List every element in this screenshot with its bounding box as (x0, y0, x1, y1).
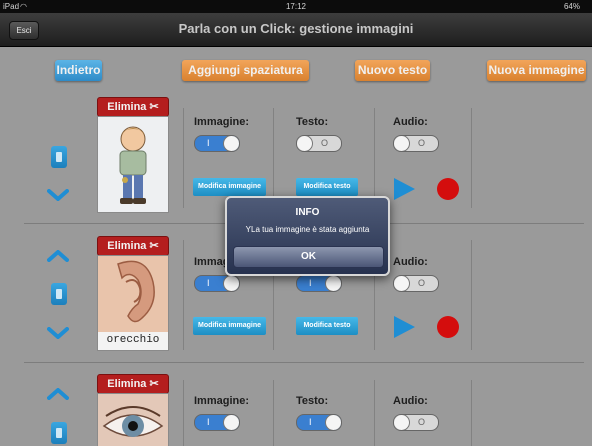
play-icon[interactable] (394, 316, 415, 338)
audio-label: Audio: (393, 256, 428, 268)
thumbnail-boy[interactable] (97, 116, 169, 213)
column-divider (183, 108, 184, 208)
column-divider (471, 380, 472, 446)
audio-toggle[interactable]: O (393, 135, 439, 152)
image-caption: orecchio (106, 334, 160, 346)
image-row: Elimina ✂ Immagine: I Testo: I Audio: O (0, 366, 592, 446)
edit-text-button[interactable]: Modifica testo (296, 317, 358, 335)
audio-toggle[interactable]: O (393, 275, 439, 292)
image-label: Immagine: (194, 116, 250, 128)
column-divider (183, 240, 184, 350)
clock: 17:12 (285, 2, 307, 11)
status-bar: iPad ◠ 17:12 64% (0, 0, 592, 13)
column-divider (374, 380, 375, 446)
toggle-knob (325, 276, 341, 291)
record-button[interactable] (437, 178, 459, 200)
new-text-button[interactable]: Nuovo testo (355, 60, 430, 81)
toggle-off-mark: O (418, 278, 426, 288)
info-alert-dialog: INFO YLa tua immagine è stata aggiunta O… (225, 196, 390, 276)
image-toggle[interactable]: I (194, 414, 240, 431)
play-icon[interactable] (394, 178, 415, 200)
audio-label: Audio: (393, 395, 428, 407)
toggle-knob (223, 276, 239, 291)
eye-photo (98, 394, 168, 446)
column-divider (273, 108, 274, 208)
chevron-down-icon[interactable] (47, 327, 69, 339)
delete-button[interactable]: Elimina ✂ (97, 374, 169, 394)
toggle-on-mark: I (309, 417, 312, 427)
move-handle-button[interactable] (51, 283, 67, 305)
toggle-on-mark: I (207, 138, 210, 148)
toggle-knob (394, 136, 410, 151)
page-title: Parla con un Click: gestione immagini (178, 21, 414, 36)
delete-button[interactable]: Elimina ✂ (97, 97, 169, 117)
toggle-knob (223, 415, 239, 430)
record-button[interactable] (437, 316, 459, 338)
add-spacing-button[interactable]: Aggiungi spaziatura (182, 60, 309, 81)
text-label: Testo: (296, 395, 329, 407)
move-handle-button[interactable] (51, 146, 67, 168)
chevron-down-icon[interactable] (47, 189, 69, 201)
column-divider (183, 380, 184, 446)
edit-text-button[interactable]: Modifica testo (296, 178, 358, 196)
edit-image-button[interactable]: Modifica immagine (193, 178, 266, 196)
row-separator (24, 362, 584, 363)
toggle-off-mark: O (418, 138, 426, 148)
column-divider (471, 108, 472, 208)
toggle-knob (325, 415, 341, 430)
toggle-off-mark: O (418, 417, 426, 427)
title-bar: Esci Parla con un Click: gestione immagi… (0, 13, 592, 47)
text-toggle[interactable]: O (296, 135, 342, 152)
back-button[interactable]: Indietro (55, 60, 102, 81)
toggle-knob (297, 136, 313, 151)
chevron-up-icon[interactable] (47, 250, 69, 262)
battery-label: 64% (563, 2, 580, 11)
column-divider (471, 240, 472, 350)
text-toggle[interactable]: I (296, 275, 342, 292)
dialog-title: INFO (295, 207, 320, 218)
image-toggle[interactable]: I (194, 135, 240, 152)
move-handle-button[interactable] (51, 422, 67, 444)
column-divider (273, 380, 274, 446)
image-toggle[interactable]: I (194, 275, 240, 292)
text-toggle[interactable]: I (296, 414, 342, 431)
delete-label: Elimina (107, 378, 147, 390)
scissors-icon: ✂ (149, 101, 159, 113)
thumbnail-eye[interactable] (97, 393, 169, 446)
text-label: Testo: (296, 116, 329, 128)
edit-image-button[interactable]: Modifica immagine (193, 317, 266, 335)
image-label: Immagine: (194, 395, 250, 407)
scissors-icon: ✂ (149, 378, 159, 390)
toggle-on-mark: I (207, 417, 210, 427)
thumbnail-ear[interactable]: orecchio (97, 255, 169, 351)
ok-button[interactable]: OK (233, 246, 384, 268)
dialog-message: YLa tua immagine è stata aggiunta (245, 225, 370, 234)
toggle-on-mark: I (207, 278, 210, 288)
boy-illustration (98, 117, 168, 212)
toggle-knob (223, 136, 239, 151)
audio-toggle[interactable]: O (393, 414, 439, 431)
audio-label: Audio: (393, 116, 428, 128)
toggle-off-mark: O (321, 138, 329, 148)
toggle-knob (394, 276, 410, 291)
new-image-button[interactable]: Nuova immagine (487, 60, 586, 81)
delete-button[interactable]: Elimina ✂ (97, 236, 169, 256)
scissors-icon: ✂ (149, 240, 159, 252)
delete-label: Elimina (107, 101, 147, 113)
delete-label: Elimina (107, 240, 147, 252)
column-divider (374, 108, 375, 208)
toggle-on-mark: I (309, 278, 312, 288)
chevron-up-icon[interactable] (47, 388, 69, 400)
ear-photo (98, 256, 168, 332)
toggle-knob (394, 415, 410, 430)
